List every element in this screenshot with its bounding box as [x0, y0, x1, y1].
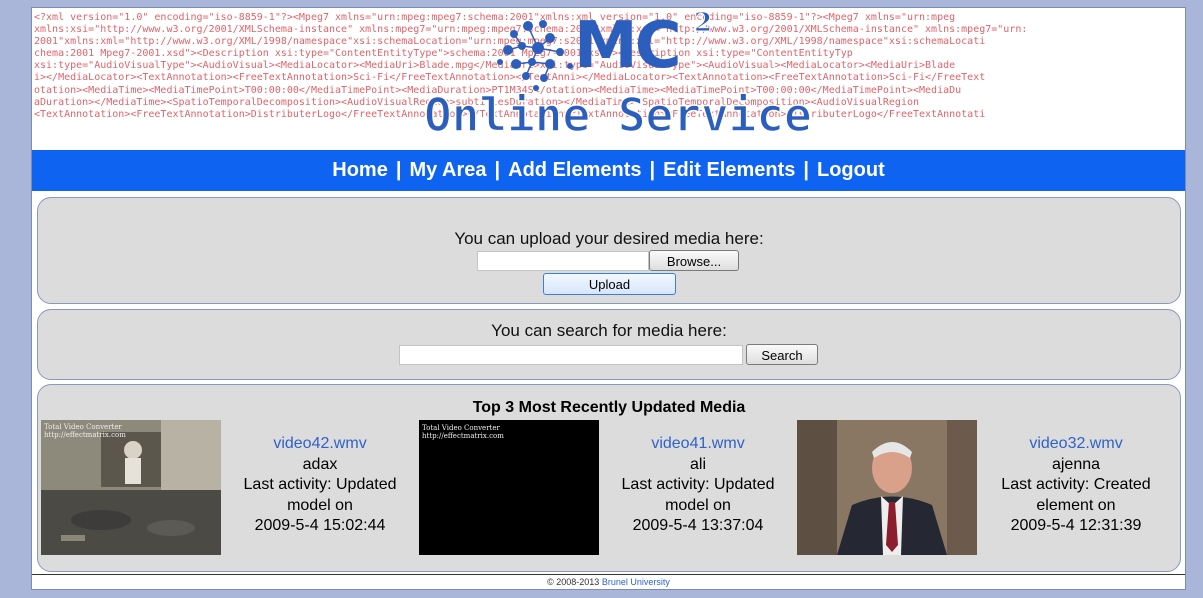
logo-mc: MC [574, 9, 682, 83]
search-panel: You can search for media here: Search [37, 309, 1181, 380]
media-timestamp: 2009-5-4 15:02:44 [254, 517, 386, 534]
media-name-link[interactable]: video42.wmv [230, 434, 410, 455]
media-section-title: Top 3 Most Recently Updated Media [472, 399, 746, 416]
nav-separator: | [395, 159, 402, 181]
footer-copyright: © 2008-2013 [547, 577, 600, 587]
media-name-link[interactable]: video32.wmv [986, 434, 1166, 455]
upload-button[interactable]: Upload [543, 273, 676, 295]
media-activity: model on [287, 496, 353, 514]
logo-online-service: Online Service [423, 88, 812, 142]
media-activity: element on [1036, 496, 1116, 514]
nav-separator: | [803, 159, 809, 181]
media-panel: Top 3 Most Recently Updated Media Total … [37, 384, 1181, 572]
media-thumbnail[interactable]: Total Video Converter http://effectmatri… [41, 420, 221, 555]
footer: © 2008-2013 Brunel University [32, 574, 1185, 589]
logo-dots-icon [497, 20, 573, 91]
page: <?xml version="1.0" encoding="iso-8859-1… [31, 7, 1186, 590]
search-input[interactable] [399, 345, 743, 365]
upload-prompt: You can upload your desired media here: [454, 229, 764, 248]
media-item-info: video32.wmv ajenna Last activity: Create… [986, 434, 1166, 537]
media-thumbnail[interactable]: Total Video Converter http://effectmatri… [419, 420, 599, 555]
search-prompt: You can search for media here: [491, 321, 727, 340]
media-item-info: video42.wmv adax Last activity: Updated … [230, 434, 410, 537]
media-activity: model on [665, 496, 731, 514]
media-activity: Last activity: Created [1001, 476, 1151, 493]
speaker-thumbnail-icon [797, 420, 977, 555]
footer-org-link[interactable]: Brunel University [602, 577, 670, 587]
media-user: adax [302, 455, 338, 473]
browse-button[interactable]: Browse... [649, 250, 739, 271]
media-timestamp: 2009-5-4 13:37:04 [632, 517, 764, 534]
nav-home[interactable]: Home [332, 159, 388, 181]
main-nav: Home | My Area | Add Elements | Edit Elements |… [32, 150, 1185, 191]
nav-add-elements[interactable]: Add Elements [508, 159, 641, 181]
thumbnail-caption: Total Video Converter http://effectmatri… [422, 424, 504, 440]
upload-panel: You can upload your desired media here: … [37, 197, 1181, 304]
media-activity: Last activity: Updated [621, 476, 775, 493]
nav-edit-elements[interactable]: Edit Elements [663, 159, 795, 181]
nav-separator: | [494, 159, 501, 181]
media-activity: Last activity: Updated [243, 476, 397, 493]
media-user: ali [689, 455, 706, 473]
media-timestamp: 2009-5-4 12:31:39 [1010, 517, 1142, 534]
logo-superscript: 2 [693, 8, 713, 39]
nav-my-area[interactable]: My Area [409, 159, 486, 181]
anime-scene-thumbnail-icon [41, 420, 221, 555]
nav-logout[interactable]: Logout [817, 159, 885, 181]
media-item-info: video41.wmv ali Last activity: Updated m… [608, 434, 788, 537]
media-thumbnail[interactable] [797, 420, 977, 555]
site-header: <?xml version="1.0" encoding="iso-8859-1… [32, 8, 1185, 150]
media-user: ajenna [1051, 455, 1101, 473]
thumbnail-caption: Total Video Converter http://effectmatri… [44, 423, 126, 439]
media-name-link[interactable]: video41.wmv [608, 434, 788, 455]
search-button[interactable]: Search [746, 344, 818, 365]
nav-separator: | [649, 159, 656, 181]
file-path-field[interactable] [477, 251, 649, 271]
